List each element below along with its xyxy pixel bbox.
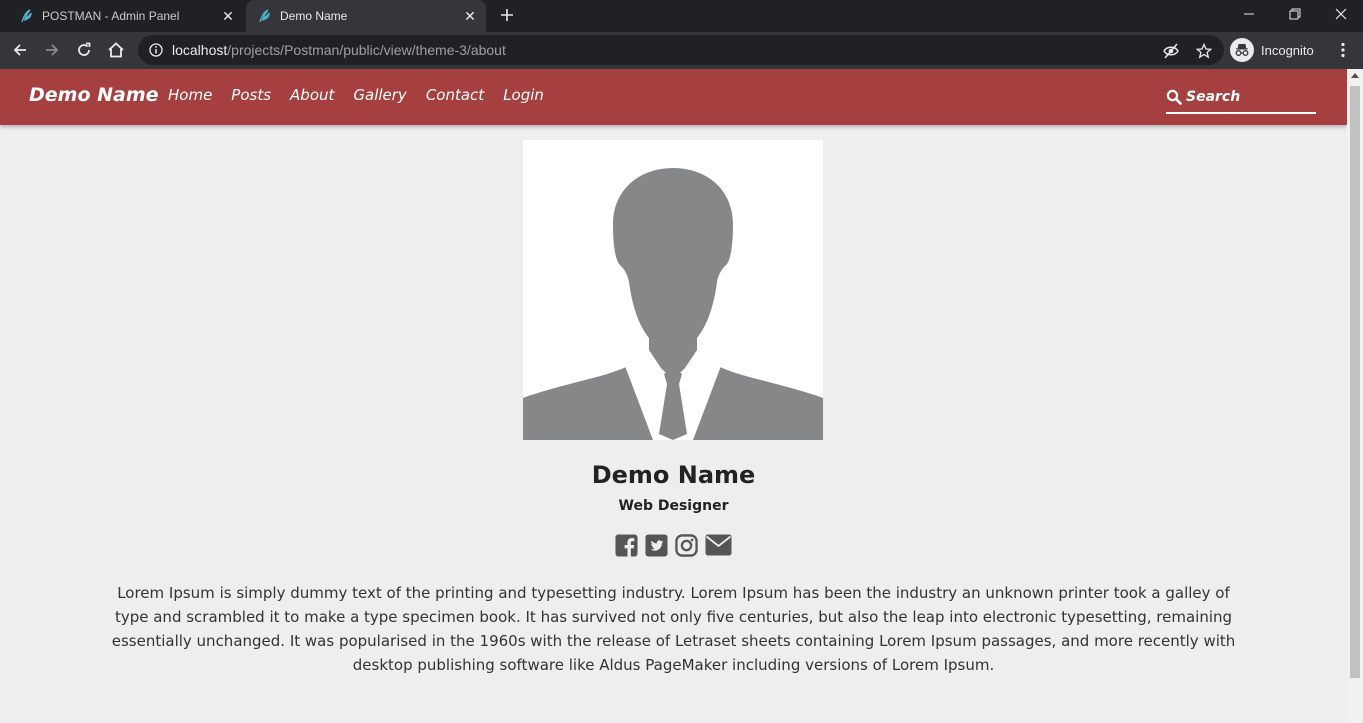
- new-tab-button[interactable]: [496, 4, 518, 26]
- browser-tab-demo[interactable]: Demo Name ✕: [246, 0, 486, 32]
- scrollbar-thumb[interactable]: [1350, 86, 1360, 678]
- address-bar[interactable]: localhost/projects/Postman/public/view/t…: [138, 35, 1224, 65]
- scroll-up-arrow-icon[interactable]: [1351, 73, 1359, 78]
- restore-icon[interactable]: [1272, 0, 1318, 28]
- nav-link-contact[interactable]: Contact: [426, 86, 484, 104]
- close-tab-icon[interactable]: ✕: [460, 6, 480, 26]
- social-links: [0, 533, 1347, 557]
- site-info-icon[interactable]: [148, 42, 164, 58]
- reload-icon[interactable]: [70, 36, 98, 64]
- site-brand[interactable]: Demo Name: [29, 84, 159, 106]
- nav-link-home[interactable]: Home: [168, 86, 212, 104]
- page-viewport: Demo Name Home Posts About Gallery Conta…: [0, 69, 1347, 723]
- url-text: localhost/projects/Postman/public/view/t…: [172, 42, 506, 58]
- close-window-icon[interactable]: [1318, 0, 1363, 28]
- forward-icon[interactable]: [38, 36, 66, 64]
- nav-link-about[interactable]: About: [290, 86, 334, 104]
- search-box: [1166, 81, 1316, 114]
- page-scrollbar[interactable]: [1347, 69, 1363, 723]
- nav-links: Home Posts About Gallery Contact Login: [168, 86, 563, 104]
- tab-title: POSTMAN - Admin Panel: [42, 9, 180, 23]
- person-silhouette-icon: [523, 168, 823, 440]
- browser-toolbar: localhost/projects/Postman/public/view/t…: [0, 32, 1363, 69]
- nav-link-posts[interactable]: Posts: [231, 86, 271, 104]
- profile-role: Web Designer: [618, 498, 729, 514]
- search-icon: [1166, 89, 1182, 105]
- profile-name: Demo Name: [591, 461, 756, 489]
- postman-favicon-icon: [256, 8, 272, 24]
- browser-tab-admin[interactable]: POSTMAN - Admin Panel ✕: [8, 0, 244, 32]
- nav-link-login[interactable]: Login: [503, 86, 544, 104]
- incognito-label: Incognito: [1261, 42, 1314, 58]
- envelope-icon[interactable]: [705, 533, 733, 557]
- postman-favicon-icon: [18, 8, 34, 24]
- bookmark-star-icon[interactable]: [1195, 42, 1213, 60]
- twitter-icon[interactable]: [645, 533, 669, 557]
- browser-tab-strip: POSTMAN - Admin Panel ✕ Demo Name ✕: [0, 0, 1363, 32]
- more-menu-icon[interactable]: [1334, 38, 1352, 62]
- close-tab-icon[interactable]: ✕: [218, 6, 238, 26]
- minimize-icon[interactable]: [1226, 0, 1272, 28]
- home-icon[interactable]: [102, 36, 130, 64]
- site-navbar: Demo Name Home Posts About Gallery Conta…: [0, 69, 1347, 125]
- facebook-icon[interactable]: [615, 533, 639, 557]
- instagram-icon[interactable]: [675, 533, 699, 557]
- back-icon[interactable]: [6, 36, 34, 64]
- tracking-blocked-icon[interactable]: [1162, 42, 1180, 60]
- profile-photo: [523, 140, 823, 440]
- incognito-indicator[interactable]: Incognito: [1230, 37, 1314, 63]
- search-input[interactable]: [1186, 88, 1312, 105]
- tab-title: Demo Name: [280, 9, 348, 23]
- profile-bio: Lorem Ipsum is simply dummy text of the …: [111, 584, 1236, 674]
- incognito-icon: [1230, 38, 1254, 62]
- nav-link-gallery[interactable]: Gallery: [353, 86, 406, 104]
